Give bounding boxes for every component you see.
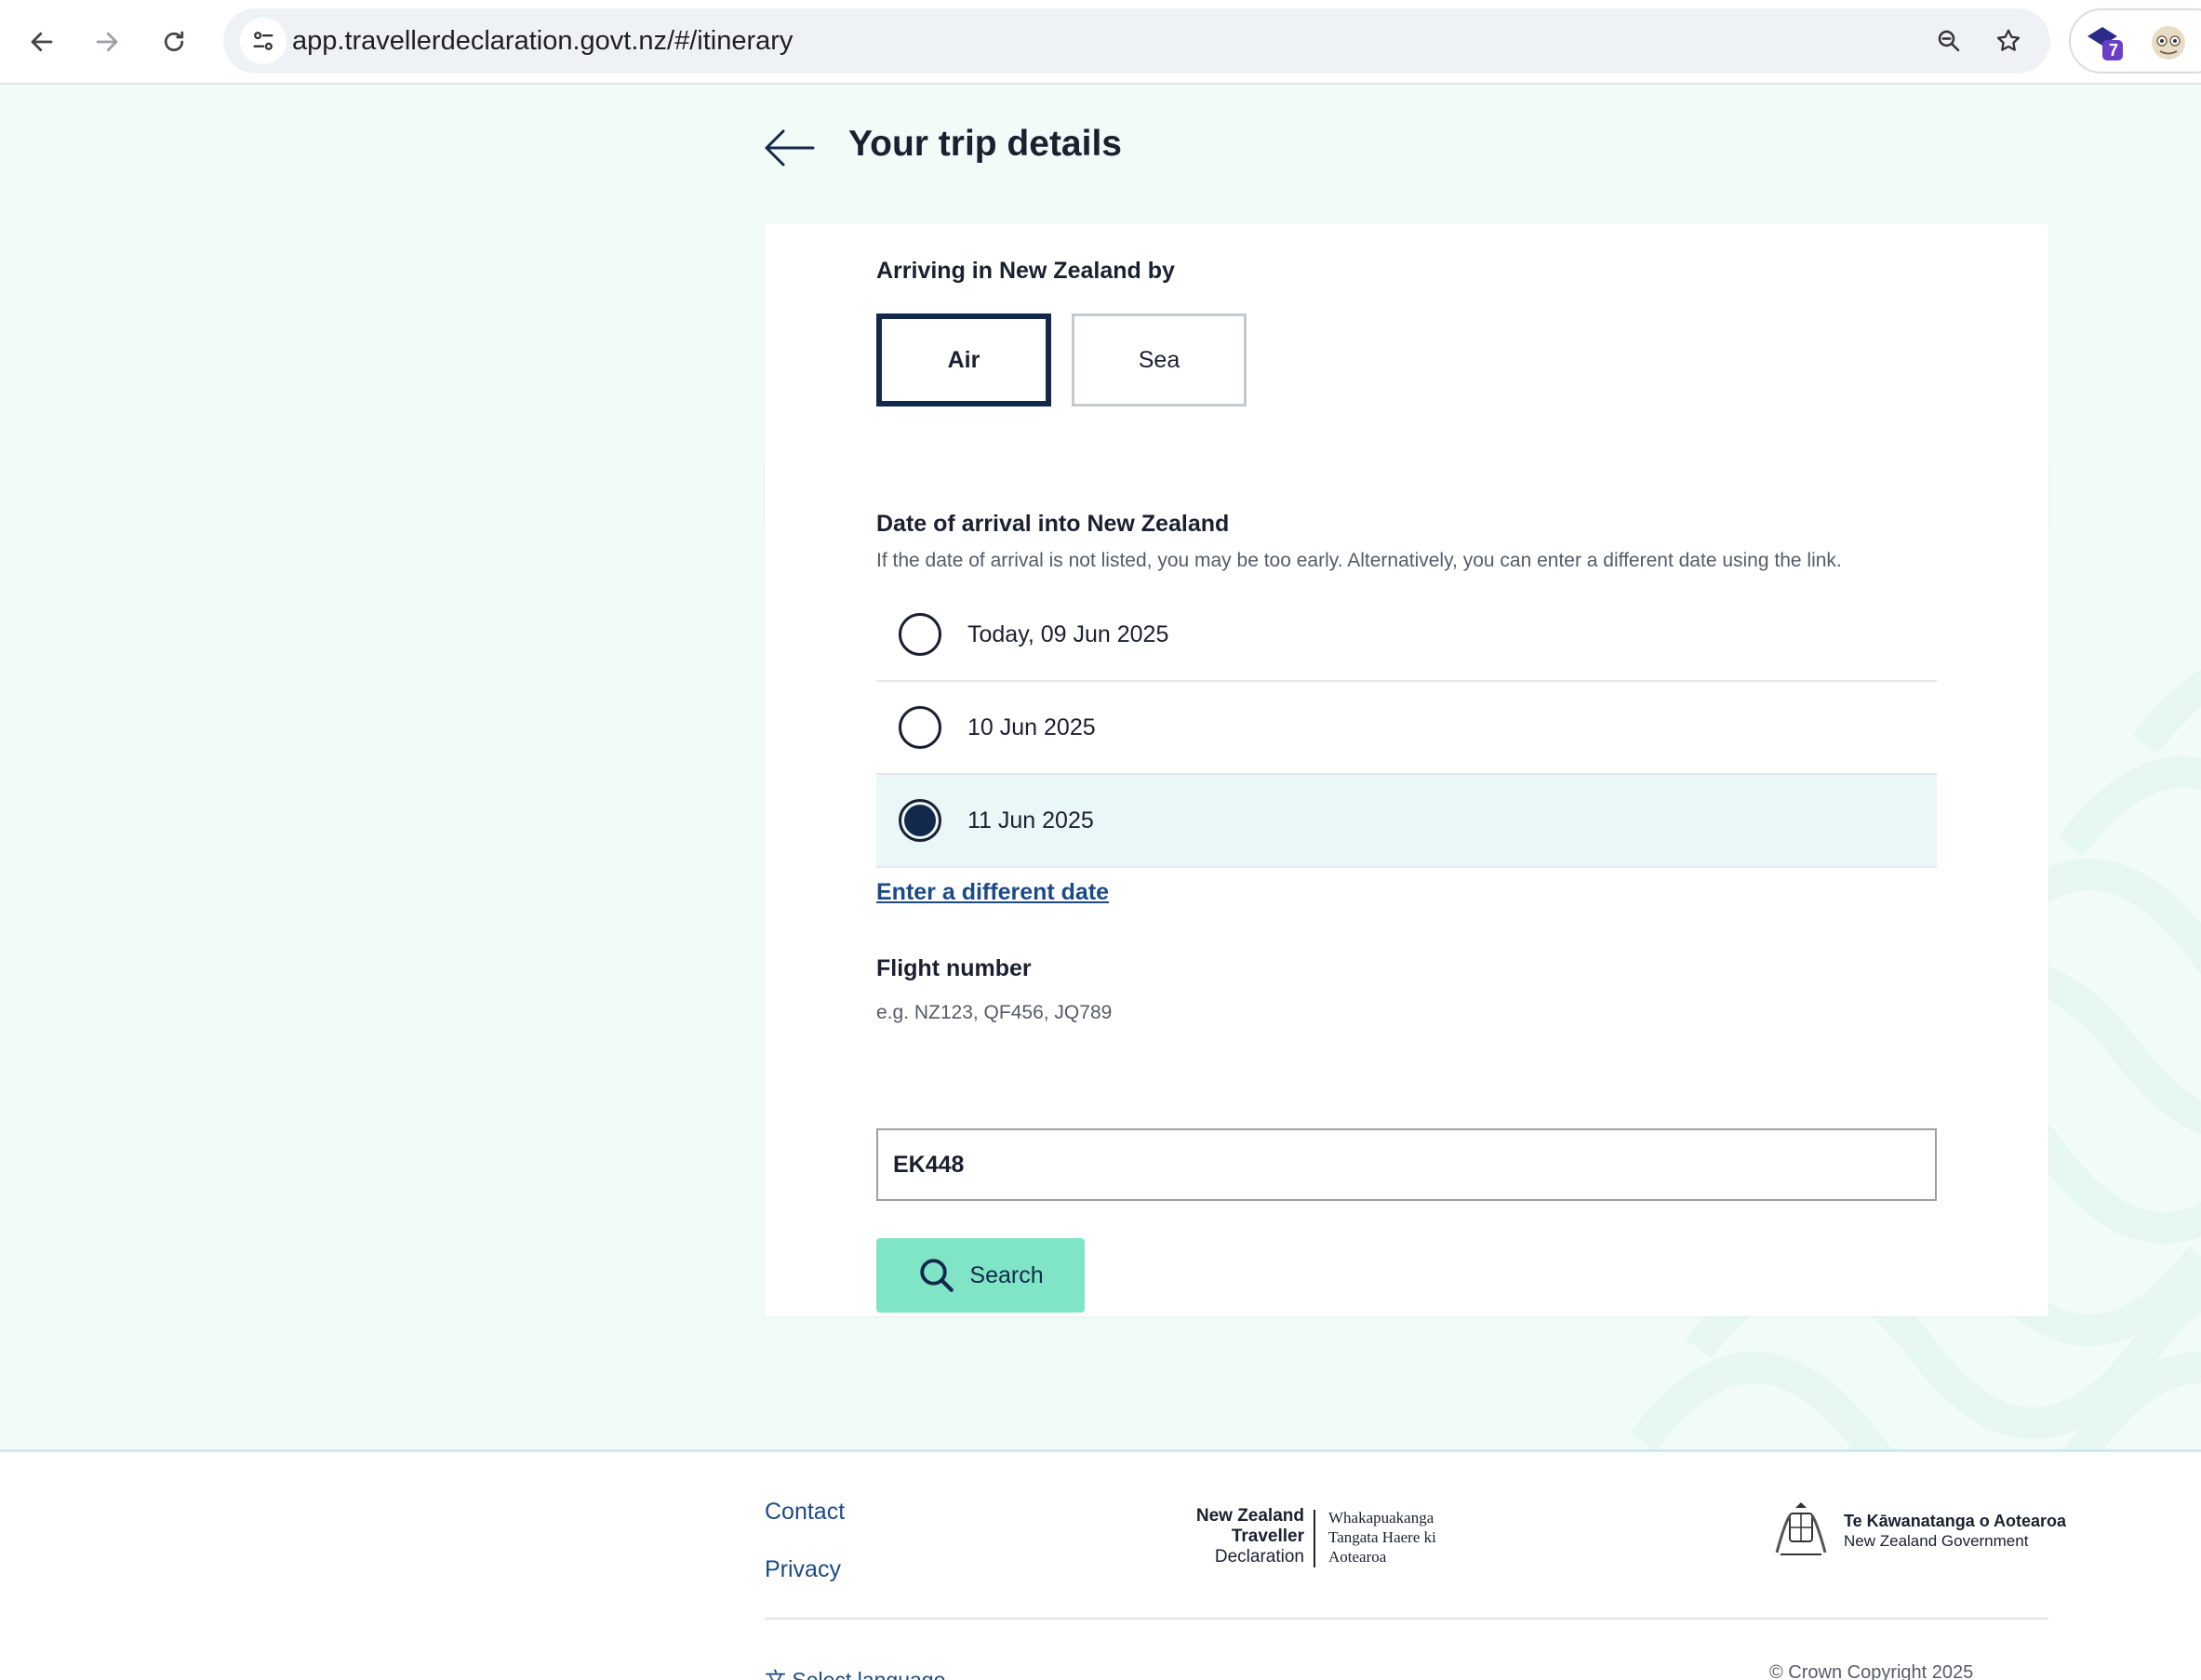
- logo-maori-text: Whakapuakanga Tangata Haere ki Aotearoa: [1328, 1509, 1436, 1566]
- radio-button[interactable]: [899, 706, 941, 749]
- date-option-11-jun[interactable]: 11 Jun 2025: [876, 775, 1937, 868]
- footer-divider: [765, 1618, 2048, 1620]
- back-arrow-icon[interactable]: [763, 127, 815, 168]
- browser-reload-icon[interactable]: [151, 19, 197, 65]
- arrival-mode-label: Arriving in New Zealand by: [876, 258, 1175, 284]
- arrival-sea-button[interactable]: Sea: [1072, 313, 1247, 407]
- extension-badge: 7: [2109, 41, 2119, 60]
- search-button-label: Search: [969, 1261, 1044, 1288]
- site-settings-icon[interactable]: [240, 18, 287, 64]
- enter-different-date-link[interactable]: Enter a different date: [876, 879, 1109, 906]
- radio-selected-dot: [904, 805, 936, 836]
- translate-icon: 文: [765, 1668, 786, 1680]
- radio-button[interactable]: [899, 613, 941, 656]
- nz-government-logo: Te Kāwanatanga o Aotearoa New Zealand Go…: [1767, 1493, 2066, 1567]
- date-option-label: 11 Jun 2025: [967, 807, 1094, 833]
- radio-button-selected[interactable]: [899, 799, 941, 842]
- trip-details-card: Date of arrival into New Zealand If the …: [765, 464, 2048, 1316]
- arrival-air-button[interactable]: Air: [876, 313, 1051, 407]
- nz-traveller-declaration-logo: New Zealand Traveller Declaration Whakap…: [1183, 1506, 1453, 1571]
- flight-number-label: Flight number: [876, 955, 1032, 981]
- footer-privacy-link[interactable]: Privacy: [765, 1556, 841, 1583]
- profile-avatar-icon[interactable]: [2149, 23, 2188, 62]
- page-title: Your trip details: [848, 124, 1122, 164]
- address-bar[interactable]: app.travellerdeclaration.govt.nz/#/itine…: [223, 8, 2050, 73]
- logo-divider: [1314, 1510, 1315, 1567]
- search-icon: [920, 1259, 954, 1292]
- arrival-date-hint: If the date of arrival is not listed, yo…: [876, 550, 1842, 571]
- logo-english-text: New Zealand Traveller Declaration: [1195, 1506, 1304, 1567]
- search-button[interactable]: Search: [876, 1238, 1085, 1313]
- date-option-10-jun[interactable]: 10 Jun 2025: [876, 682, 1937, 775]
- gov-logo-english: New Zealand Government: [1844, 1532, 2029, 1550]
- extensions-area: 7: [2069, 8, 2201, 73]
- footer: Contact Privacy New Zealand Traveller De…: [0, 1449, 2201, 1680]
- select-language-label: Select language: [792, 1668, 946, 1680]
- coat-of-arms-icon: [1775, 1502, 1827, 1555]
- date-option-label: 10 Jun 2025: [967, 713, 1096, 740]
- date-option-label: Today, 09 Jun 2025: [967, 620, 1169, 647]
- arrival-date-label: Date of arrival into New Zealand: [876, 511, 1230, 537]
- select-language-link[interactable]: 文 Select language: [765, 1662, 945, 1680]
- bookmark-star-icon[interactable]: [1985, 18, 2032, 64]
- flight-number-input[interactable]: EK448: [876, 1128, 1937, 1201]
- footer-contact-link[interactable]: Contact: [765, 1499, 845, 1526]
- date-option-today[interactable]: Today, 09 Jun 2025: [876, 589, 1937, 682]
- copyright-text: © Crown Copyright 2025: [1769, 1662, 1974, 1680]
- extension-icon[interactable]: 7: [2084, 21, 2125, 62]
- browser-back-icon[interactable]: [19, 19, 65, 65]
- flight-number-hint: e.g. NZ123, QF456, JQ789: [876, 1002, 1113, 1023]
- gov-logo-maori: Te Kāwanatanga o Aotearoa: [1844, 1512, 2067, 1530]
- browser-toolbar: app.travellerdeclaration.govt.nz/#/itine…: [0, 0, 2201, 85]
- browser-forward-icon[interactable]: [84, 19, 130, 65]
- url-text: app.travellerdeclaration.govt.nz/#/itine…: [292, 26, 794, 56]
- page-content: Your trip details Arriving in New Zealan…: [0, 87, 2201, 1451]
- zoom-icon[interactable]: [1926, 18, 1972, 64]
